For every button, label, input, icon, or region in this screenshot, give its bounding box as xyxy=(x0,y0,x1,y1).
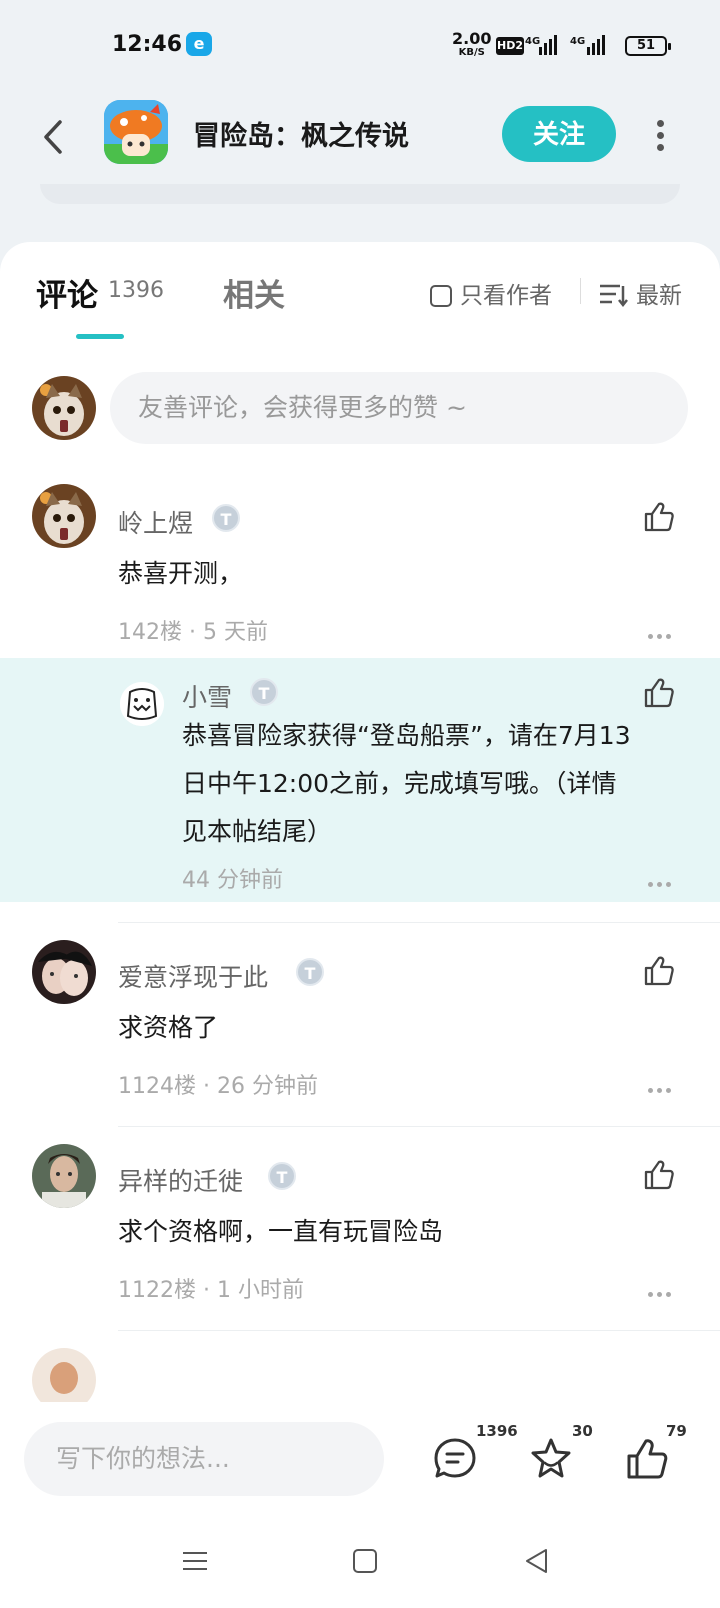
system-nav-bar xyxy=(0,1518,720,1608)
battery-icon: 51 xyxy=(625,36,671,56)
tab-comments[interactable]: 评论 xyxy=(36,270,98,315)
svg-text:4G: 4G xyxy=(525,36,540,47)
sort-button[interactable]: 最新 xyxy=(598,276,682,310)
back-icon[interactable] xyxy=(36,112,72,162)
comment-input[interactable]: 友善评论，会获得更多的赞 ~ xyxy=(110,372,688,444)
my-avatar[interactable] xyxy=(32,376,96,440)
favorite-icon[interactable] xyxy=(528,1436,574,1482)
comment-meta: 142楼 · 5 天前 xyxy=(118,620,268,645)
bottom-action-bar: 写下你的想法... 1396 30 79 xyxy=(0,1402,720,1518)
svg-text:4G: 4G xyxy=(570,36,585,47)
game-icon[interactable] xyxy=(104,100,168,164)
menu-icon[interactable] xyxy=(180,1546,210,1576)
divider xyxy=(580,278,581,304)
reply-meta: 44 分钟前 xyxy=(182,868,283,893)
app-header: 冒险岛：枫之传说 关注 xyxy=(0,92,720,184)
username[interactable]: 小雪 xyxy=(182,678,232,714)
network-speed: 2.00 KB/S xyxy=(452,31,491,60)
header-card-edge xyxy=(40,184,680,204)
back-nav-icon[interactable] xyxy=(522,1546,552,1576)
comment-more-icon[interactable] xyxy=(648,624,676,639)
avatar[interactable] xyxy=(32,484,96,548)
username[interactable]: 爱意浮现于此 xyxy=(118,958,268,994)
divider xyxy=(118,922,720,923)
signal-icon-2: 4G xyxy=(570,35,605,55)
comment-more-icon[interactable] xyxy=(648,1078,676,1093)
author-only-toggle[interactable]: 只看作者 xyxy=(430,276,552,310)
reply-more-icon[interactable] xyxy=(648,872,676,887)
tab-indicator xyxy=(76,334,124,339)
tab-related[interactable]: 相关 xyxy=(223,270,285,315)
reply-text-line: 日中午12:00之前，完成填写哦。（详情 xyxy=(182,769,617,798)
comment-text: 求资格了 xyxy=(118,1013,219,1042)
level-badge-icon: T xyxy=(296,958,324,986)
status-time: 12:46 xyxy=(112,32,183,57)
favorite-count: 30 xyxy=(572,1422,593,1440)
avatar[interactable] xyxy=(32,1144,96,1208)
signal-icon: 4G xyxy=(525,35,557,55)
more-options-icon[interactable] xyxy=(650,116,670,156)
checkbox-icon[interactable] xyxy=(430,285,452,307)
username[interactable]: 岭上煜 xyxy=(118,504,193,540)
avatar[interactable] xyxy=(32,940,96,1004)
comment-text: 恭喜开测， xyxy=(118,559,244,588)
level-badge-icon: T xyxy=(250,678,278,706)
comment-icon[interactable] xyxy=(432,1436,478,1482)
username[interactable]: 异样的迁徙 xyxy=(118,1162,243,1198)
sort-label: 最新 xyxy=(636,283,682,309)
avatar[interactable] xyxy=(120,682,164,726)
notification-app-icon: e xyxy=(186,32,212,56)
divider xyxy=(118,1126,720,1127)
tab-bar: 评论 1396 相关 只看作者 最新 xyxy=(0,242,720,342)
author-only-label: 只看作者 xyxy=(460,283,552,309)
sort-icon xyxy=(600,284,628,308)
follow-button[interactable]: 关注 xyxy=(502,106,616,162)
status-bar: 12:46 e 2.00 KB/S HD2 4G 4G 51 xyxy=(0,0,720,90)
comments-panel: 评论 1396 相关 只看作者 最新 友善评论，会获得更多的赞 ~ 岭上煜 T … xyxy=(0,242,720,1402)
like-icon[interactable] xyxy=(642,500,676,534)
reply-text-line: 恭喜冒险家获得“登岛船票”，请在7月13 xyxy=(182,721,631,750)
level-badge-icon: T xyxy=(212,504,240,532)
reply-input[interactable]: 写下你的想法... xyxy=(24,1422,384,1496)
like-icon[interactable] xyxy=(642,954,676,988)
reply-text-line: 见本帖结尾） xyxy=(182,817,333,846)
comment-more-icon[interactable] xyxy=(648,1282,676,1297)
comment-meta: 1122楼 · 1 小时前 xyxy=(118,1278,304,1303)
comment-text: 求个资格啊，一直有玩冒险岛 xyxy=(118,1217,444,1246)
comments-count: 1396 xyxy=(108,278,164,303)
divider xyxy=(118,1330,720,1331)
comment-count: 1396 xyxy=(476,1422,518,1440)
like-icon[interactable] xyxy=(642,676,676,710)
like-icon[interactable] xyxy=(624,1436,670,1482)
home-icon[interactable] xyxy=(350,1546,380,1576)
network-speed-unit: KB/S xyxy=(458,47,485,58)
like-icon[interactable] xyxy=(642,1158,676,1192)
page-title: 冒险岛：枫之传说 xyxy=(193,121,409,152)
comment-meta: 1124楼 · 26 分钟前 xyxy=(118,1074,318,1099)
avatar[interactable] xyxy=(32,1348,96,1402)
level-badge-icon: T xyxy=(268,1162,296,1190)
like-count: 79 xyxy=(666,1422,687,1440)
